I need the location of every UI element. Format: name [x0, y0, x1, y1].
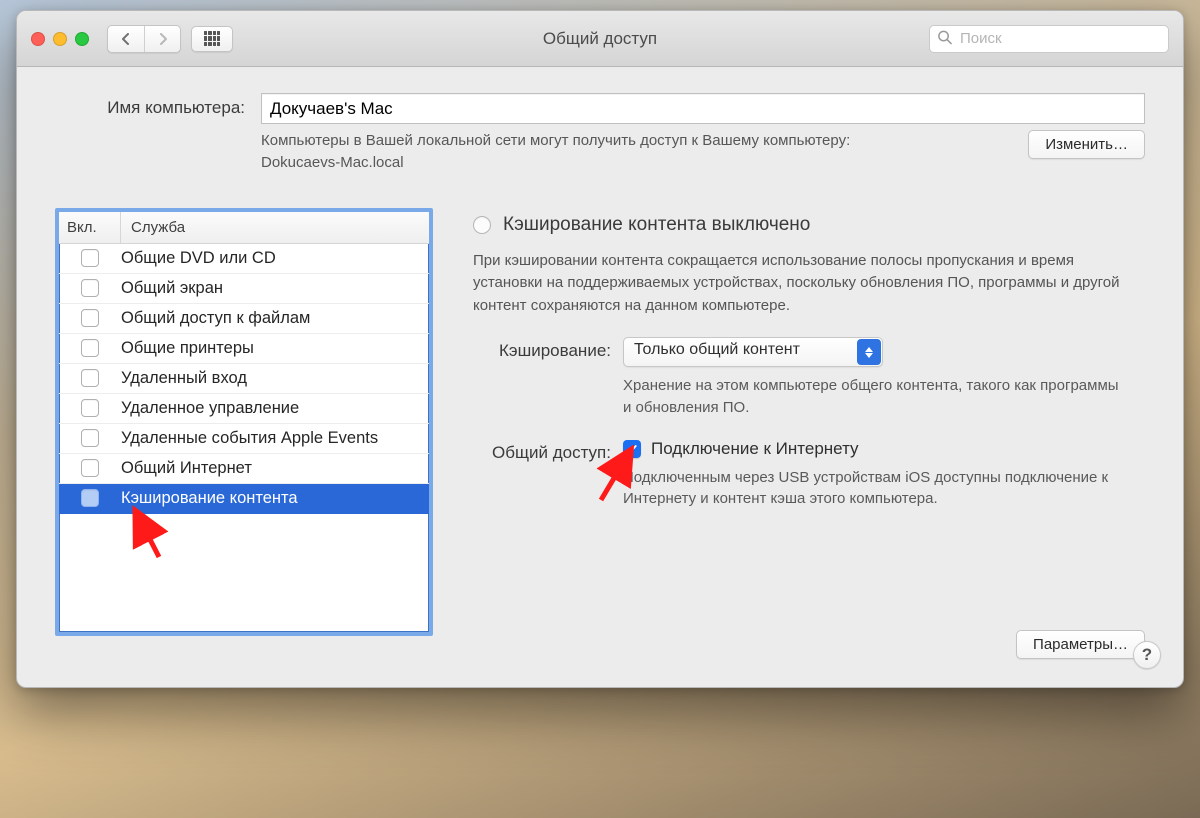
caching-label: Кэширование: — [473, 337, 611, 361]
col-header-on: Вкл. — [59, 212, 121, 243]
service-label: Удаленные события Apple Events — [121, 429, 384, 448]
computer-name-label: Имя компьютера: — [55, 93, 245, 118]
service-label: Общий доступ к файлам — [121, 309, 316, 328]
caching-select[interactable]: Только общий контент — [623, 337, 883, 367]
service-label: Кэширование контента — [121, 489, 304, 508]
service-enable-checkbox[interactable] — [81, 279, 99, 297]
service-row[interactable]: Удаленный вход — [59, 364, 429, 394]
status-title: Кэширование контента выключено — [503, 214, 810, 236]
service-label: Общий Интернет — [121, 459, 258, 478]
service-row[interactable]: Общий доступ к файлам — [59, 304, 429, 334]
services-table-header: Вкл. Служба — [59, 212, 429, 244]
show-all-button[interactable] — [191, 26, 233, 52]
zoom-icon[interactable] — [75, 32, 89, 46]
detail-pane: Кэширование контента выключено При кэшир… — [473, 208, 1145, 660]
status-radio[interactable] — [473, 216, 491, 234]
edit-button[interactable]: Изменить… — [1028, 130, 1145, 159]
status-desc: При кэшировании контента сокращается исп… — [473, 250, 1145, 318]
chevron-updown-icon — [857, 339, 881, 365]
service-enable-checkbox[interactable] — [81, 489, 99, 507]
service-row[interactable]: Общие принтеры — [59, 334, 429, 364]
service-label: Удаленное управление — [121, 399, 305, 418]
caching-select-value: Только общий контент — [623, 337, 883, 367]
pane-body: Имя компьютера: Компьютеры в Вашей локал… — [17, 67, 1183, 687]
search-field-wrap — [929, 25, 1169, 53]
help-button[interactable]: ? — [1133, 641, 1161, 669]
back-button[interactable] — [108, 26, 144, 52]
internet-sharing-checkbox[interactable] — [623, 440, 641, 458]
titlebar: Общий доступ — [17, 11, 1183, 67]
sharing-preferences-window: Общий доступ Имя компьютера: Компьютеры … — [16, 10, 1184, 688]
service-enable-checkbox[interactable] — [81, 249, 99, 267]
internet-sharing-label: Подключение к Интернету — [651, 439, 859, 459]
service-label: Общий экран — [121, 279, 229, 298]
computer-name-desc: Компьютеры в Вашей локальной сети могут … — [261, 130, 861, 174]
caching-row: Кэширование: Только общий контент Хранен… — [473, 337, 1145, 419]
service-label: Общие принтеры — [121, 339, 260, 358]
close-icon[interactable] — [31, 32, 45, 46]
service-enable-checkbox[interactable] — [81, 309, 99, 327]
options-button[interactable]: Параметры… — [1016, 630, 1145, 659]
forward-button[interactable] — [144, 26, 180, 52]
sharing-desc: Подключенным через USB устройствам iOS д… — [623, 467, 1143, 511]
service-enable-checkbox[interactable] — [81, 459, 99, 477]
service-enable-checkbox[interactable] — [81, 339, 99, 357]
service-label: Общие DVD или CD — [121, 249, 282, 268]
computer-name-input[interactable] — [261, 93, 1145, 124]
service-label: Удаленный вход — [121, 369, 253, 388]
service-enable-checkbox[interactable] — [81, 369, 99, 387]
service-enable-checkbox[interactable] — [81, 429, 99, 447]
service-enable-checkbox[interactable] — [81, 399, 99, 417]
sharing-row: Общий доступ: Подключение к Интернету По… — [473, 439, 1145, 511]
sharing-label: Общий доступ: — [473, 439, 611, 463]
grid-icon — [204, 31, 220, 47]
service-row[interactable]: Общий экран — [59, 274, 429, 304]
caching-desc: Хранение на этом компьютере общего конте… — [623, 375, 1123, 419]
service-row[interactable]: Общий Интернет — [59, 454, 429, 484]
service-row[interactable]: Кэширование контента — [59, 484, 429, 514]
service-row[interactable]: Общие DVD или CD — [59, 244, 429, 274]
minimize-icon[interactable] — [53, 32, 67, 46]
search-input[interactable] — [929, 25, 1169, 53]
service-row[interactable]: Удаленные события Apple Events — [59, 424, 429, 454]
services-table[interactable]: Вкл. Служба Общие DVD или CD Общий экран О… — [55, 208, 433, 636]
col-header-svc: Служба — [121, 212, 429, 243]
window-controls — [31, 32, 89, 46]
nav-segment — [107, 25, 181, 53]
service-row[interactable]: Удаленное управление — [59, 394, 429, 424]
